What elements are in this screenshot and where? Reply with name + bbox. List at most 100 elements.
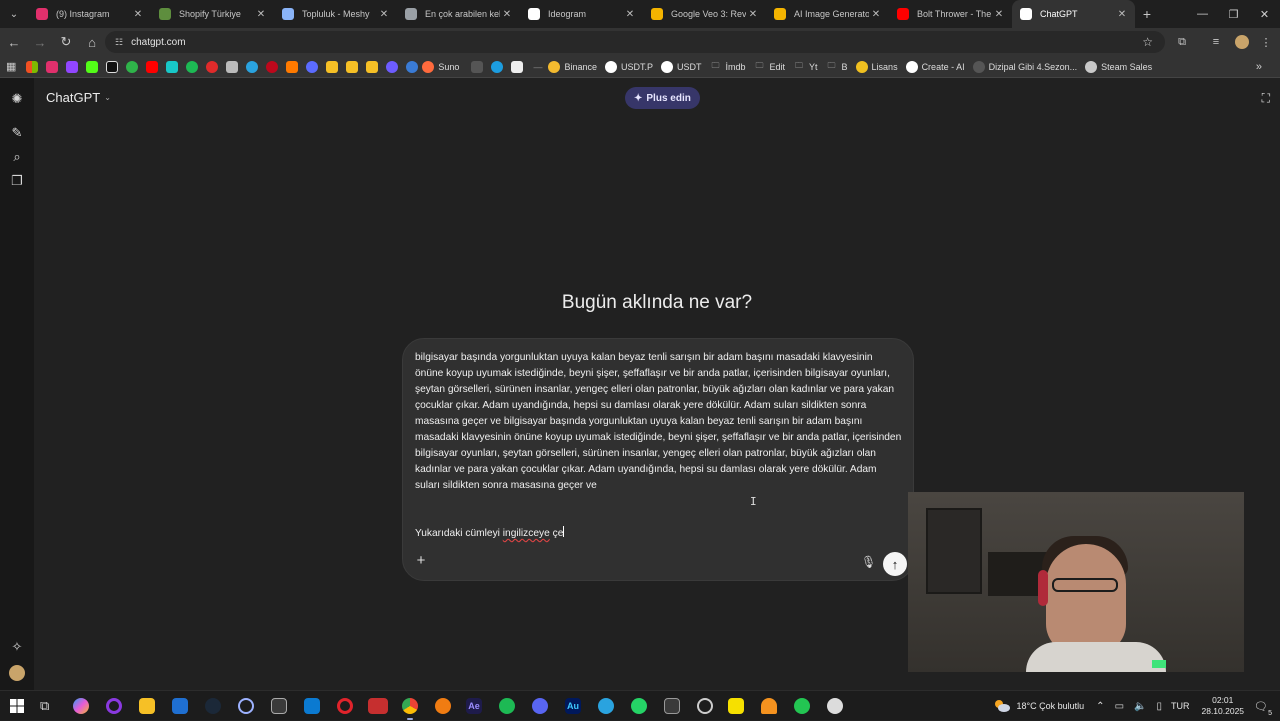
globe-app-icon[interactable]	[238, 698, 254, 714]
steam-icon[interactable]	[205, 698, 221, 714]
discord-icon[interactable]	[532, 698, 548, 714]
chevron-up-icon[interactable]: ⌃	[1096, 701, 1104, 712]
volume-icon[interactable]: 🔈	[1134, 701, 1146, 712]
browser-tab[interactable]: AI Image Generator ✕	[766, 0, 889, 28]
bookmark-item[interactable]: 🗀 B	[826, 61, 848, 73]
notification-icon[interactable]: 🗨 5	[1254, 700, 1272, 717]
openai-logo-icon[interactable]: ✺	[8, 90, 26, 108]
new-tab-button[interactable]: +	[1135, 6, 1159, 22]
windows-bookmark-icon[interactable]	[26, 60, 39, 73]
battery-icon[interactable]: ▯	[1156, 701, 1162, 712]
sticky-notes-icon[interactable]	[728, 698, 744, 714]
apps-grid-icon[interactable]: ▦	[6, 60, 16, 73]
address-bar[interactable]: ☷ chatgpt.com ☆	[105, 31, 1165, 53]
arrow-bookmark-icon[interactable]	[286, 60, 299, 73]
back-button[interactable]: ←	[2, 30, 26, 54]
opera-icon[interactable]	[337, 698, 353, 714]
yellow-app-bookmark-icon[interactable]	[326, 60, 339, 73]
browser-tab[interactable]: Ideogram ✕	[520, 0, 643, 28]
microphone-icon[interactable]: 🎙	[861, 555, 876, 571]
messenger-bookmark-icon[interactable]	[306, 60, 319, 73]
home-button[interactable]: ⌂	[80, 30, 104, 54]
capture-icon[interactable]	[271, 698, 287, 714]
file-explorer-icon[interactable]	[139, 698, 155, 714]
bookmark-item[interactable]: USDT.P	[604, 60, 653, 73]
dark-app-bookmark-icon[interactable]	[511, 60, 524, 73]
browser-tab[interactable]: Shopify Türkiye ✕	[151, 0, 274, 28]
weather-text[interactable]: 18°C Çok bulutlu	[1017, 701, 1085, 711]
telegram-icon[interactable]	[598, 698, 614, 714]
chrome-icon[interactable]	[402, 698, 418, 720]
bookmark-suno[interactable]: Suno	[422, 60, 459, 73]
bookmark-item[interactable]: Lisans	[855, 60, 898, 73]
green-circle-app-icon[interactable]	[794, 698, 810, 714]
bookmark-item[interactable]: Create - AI	[905, 60, 965, 73]
red-app-bookmark-icon[interactable]	[206, 60, 219, 73]
bookmark-item[interactable]: Dizipal Gibi 4.Sezon...	[972, 60, 1077, 73]
network-icon[interactable]: ▭	[1115, 701, 1124, 712]
model-selector[interactable]: ChatGPT ⌄	[46, 90, 111, 105]
store-icon[interactable]	[304, 698, 320, 714]
tab-search-button[interactable]: ⌄	[0, 0, 28, 28]
media-controls-icon[interactable]: ≡	[1206, 32, 1226, 52]
extensions-icon[interactable]: ⧉	[1172, 32, 1192, 52]
obs-icon[interactable]	[106, 698, 122, 714]
telegram-bookmark-icon[interactable]	[246, 60, 259, 73]
tab-close-icon[interactable]: ✕	[377, 9, 391, 20]
language-indicator[interactable]: TUR	[1171, 701, 1190, 711]
twitch-bookmark-icon[interactable]	[66, 60, 79, 73]
user-avatar[interactable]	[8, 664, 26, 682]
bookmark-item[interactable]: 🗀 Edit	[754, 61, 786, 73]
bookmark-item[interactable]: 🗀 İmdb	[709, 61, 745, 73]
tab-close-icon[interactable]: ✕	[1115, 9, 1129, 20]
maximize-button[interactable]: ❐	[1218, 0, 1249, 28]
tab-close-icon[interactable]: ✕	[992, 9, 1006, 20]
calculator-icon[interactable]	[664, 698, 680, 714]
a-bookmark-icon[interactable]	[471, 60, 484, 73]
pinterest-bookmark-icon[interactable]	[266, 60, 279, 73]
kick-bookmark-icon[interactable]	[86, 60, 99, 73]
water-bookmark-icon[interactable]	[491, 60, 504, 73]
after-effects-icon[interactable]: Ae	[466, 698, 482, 714]
globe-bookmark-icon[interactable]	[406, 60, 419, 73]
browser-menu-icon[interactable]: ⋮	[1256, 32, 1276, 52]
upgrade-sparkle-icon[interactable]: ✧	[8, 638, 26, 656]
prompt-textarea[interactable]: bilgisayar başında yorgunluktan uyuya ka…	[415, 350, 903, 542]
youtube-bookmark-icon[interactable]	[146, 60, 159, 73]
tab-close-icon[interactable]: ✕	[746, 9, 760, 20]
whatsapp-icon[interactable]	[631, 698, 647, 714]
boat-bookmark-icon[interactable]	[226, 60, 239, 73]
add-attachment-button[interactable]: +	[413, 553, 429, 569]
tab-close-icon[interactable]: ✕	[869, 9, 883, 20]
site-info-icon[interactable]: ☷	[115, 37, 123, 48]
new-chat-icon[interactable]: ✎	[8, 124, 26, 142]
bookmark-item[interactable]: USDT	[660, 60, 701, 73]
search-icon[interactable]: ⌕	[8, 148, 26, 166]
outlook-icon[interactable]	[172, 698, 188, 714]
prompt-composer[interactable]: bilgisayar başında yorgunluktan uyuya ka…	[402, 338, 914, 581]
folder-yellow-bookmark-icon[interactable]	[346, 60, 359, 73]
profile-avatar[interactable]	[1232, 32, 1252, 52]
upgrade-plus-button[interactable]: ✦ Plus edin	[625, 87, 700, 109]
library-icon[interactable]: ❐	[8, 172, 26, 190]
instagram-bookmark-icon[interactable]	[46, 60, 59, 73]
tab-close-icon[interactable]: ✕	[500, 9, 514, 20]
chatgpt-app-icon[interactable]	[827, 698, 843, 714]
cloud-app-icon[interactable]	[761, 698, 777, 714]
send-button[interactable]: ↑	[883, 552, 907, 576]
temporary-chat-icon[interactable]: ⛶	[1262, 91, 1270, 106]
minimize-button[interactable]: —	[1187, 0, 1218, 28]
blender-icon[interactable]	[435, 698, 451, 714]
browser-tab[interactable]: En çok arabilen kelime✕	[397, 0, 520, 28]
close-window-button[interactable]: ✕	[1249, 0, 1280, 28]
browser-tab[interactable]: Google Veo 3: Revolu✕	[643, 0, 766, 28]
browser-tab[interactable]: ChatGPT ✕	[1012, 0, 1135, 28]
spotify-icon[interactable]	[499, 698, 515, 714]
speedometer-icon[interactable]	[697, 698, 713, 714]
capcut-bookmark-icon[interactable]	[106, 60, 119, 73]
clock[interactable]: 02:01 28.10.2025	[1201, 695, 1244, 717]
browser-tab[interactable]: Topluluk - Meshy ✕	[274, 0, 397, 28]
tab-close-icon[interactable]: ✕	[131, 9, 145, 20]
tool-bookmark-icon[interactable]	[166, 60, 179, 73]
copilot-icon[interactable]	[73, 698, 89, 714]
